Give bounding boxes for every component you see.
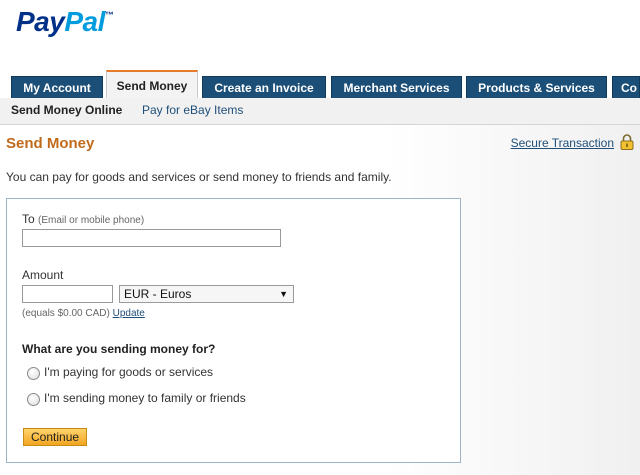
tab-send-money[interactable]: Send Money	[106, 70, 198, 100]
intro-text: You can pay for goods and services or se…	[6, 170, 392, 184]
logo-tm: ™	[104, 10, 114, 20]
continue-button[interactable]: Continue	[23, 428, 88, 446]
amount-input[interactable]	[22, 285, 113, 303]
amount-label: Amount	[22, 268, 64, 282]
update-link[interactable]: Update	[113, 308, 145, 319]
radio-goods-services[interactable]	[27, 367, 40, 380]
purpose-question: What are you sending money for?	[22, 342, 216, 356]
paypal-logo[interactable]: PayPal™	[16, 6, 114, 38]
page-title: Send Money	[6, 135, 95, 152]
logo-pal: Pal	[64, 6, 105, 37]
subnav-pay-ebay-items[interactable]: Pay for eBay Items	[142, 103, 243, 117]
tab-create-invoice[interactable]: Create an Invoice	[202, 76, 326, 98]
dropdown-arrow-icon: ▼	[279, 289, 288, 299]
to-hint: (Email or mobile phone)	[38, 215, 145, 226]
tab-community[interactable]: Co	[612, 76, 640, 98]
option-family-friends[interactable]: I'm sending money to family or friends	[44, 391, 246, 405]
tab-my-account[interactable]: My Account	[11, 76, 103, 98]
lock-icon	[620, 134, 634, 150]
secure-transaction-link[interactable]: Secure Transaction	[511, 136, 614, 150]
equals-text: (equals $0.00 CAD)	[22, 308, 110, 319]
currency-selected-value: EUR - Euros	[124, 287, 192, 301]
conversion-note: (equals $0.00 CAD) Update	[22, 308, 145, 319]
to-email-input[interactable]	[22, 229, 281, 247]
to-label-text: To	[22, 212, 35, 226]
currency-select[interactable]: EUR - Euros ▼	[119, 285, 294, 303]
tab-merchant-services[interactable]: Merchant Services	[331, 76, 462, 98]
radio-family-friends[interactable]	[27, 393, 40, 406]
subnav-send-money-online[interactable]: Send Money Online	[11, 103, 122, 117]
logo-pay: Pay	[16, 6, 65, 37]
sub-navigation: Send Money Online Pay for eBay Items	[0, 98, 640, 125]
main-tab-bar: My Account Send Money Create an Invoice …	[0, 70, 640, 100]
tab-products-services[interactable]: Products & Services	[466, 76, 607, 98]
to-label: To (Email or mobile phone)	[22, 212, 144, 226]
option-goods-services[interactable]: I'm paying for goods or services	[44, 365, 213, 379]
